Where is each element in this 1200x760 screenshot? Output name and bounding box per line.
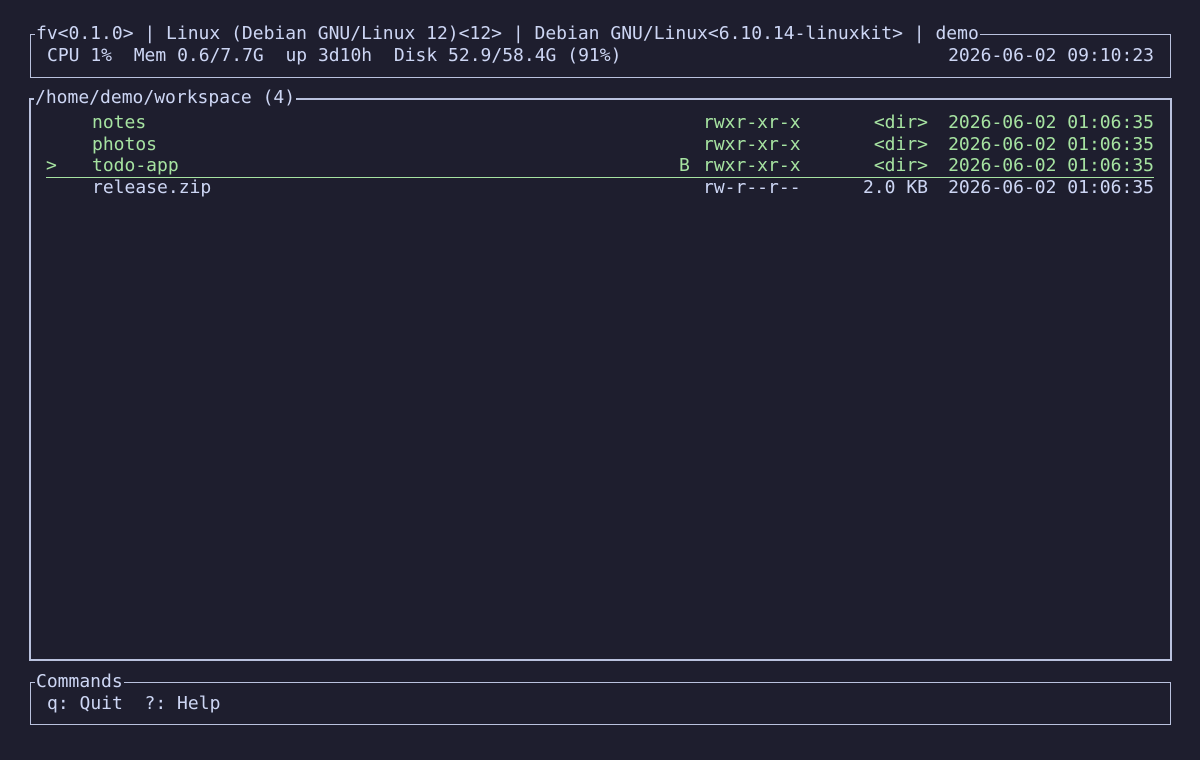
status-pane-title: fv<0.1.0> | Linux (Debian GNU/Linux 12)<… [35,23,980,44]
commands-pane-title: Commands [35,671,124,692]
file-name: todo-app [92,155,179,176]
file-name: notes [92,112,147,133]
system-metrics-line: CPU 1% Mem 0.6/7.7G up 3d10h Disk 52.9/5… [47,45,1154,67]
cpu-usage: CPU 1% [47,45,113,66]
file-modified-date: 2026-06-02 01:06:35 [948,133,1154,155]
file-permissions: rwxr-xr-x [703,112,801,133]
current-path-title: /home/demo/workspace (4) [34,87,297,108]
file-size: 2.0 KB [862,176,928,198]
file-row-todo-app-selected[interactable]: > todo-app B rwxr-xr-x <dir> 2026-06-02 … [46,155,1154,178]
clock: 2026-06-02 09:10:23 [948,45,1154,66]
file-name: photos [92,133,158,155]
commands-pane: Commands q: Quit ?: Help [30,671,1171,725]
file-row-photos[interactable]: photos rwxr-xr-x <dir> 2026-06-02 01:06:… [46,134,1154,156]
memory-usage: Mem 0.6/7.7G [133,45,264,66]
selection-cursor: > [46,155,57,176]
system-metrics: CPU 1% Mem 0.6/7.7G up 3d10h Disk 52.9/5… [47,45,621,67]
file-modified-date: 2026-06-02 01:06:35 [948,112,1154,133]
file-size: <dir> [873,112,928,133]
file-row-release-zip[interactable]: release.zip rw-r--r-- 2.0 KB 2026-06-02 … [46,177,1154,199]
file-modified-date: 2026-06-02 01:06:35 [948,176,1154,198]
file-row-notes[interactable]: notes rwxr-xr-x <dir> 2026-06-02 01:06:3… [46,112,1154,134]
uptime: up 3d10h [285,45,373,66]
help-command[interactable]: ?: Help [145,693,221,714]
disk-usage: Disk 52.9/58.4G (91%) [393,45,622,66]
file-permissions: rw-r--r-- [703,176,801,198]
quit-command[interactable]: q: Quit [47,693,123,714]
file-size: <dir> [873,133,928,155]
file-name: release.zip [92,176,212,198]
bookmark-flag: B [679,155,690,176]
system-status-pane: fv<0.1.0> | Linux (Debian GNU/Linux 12)<… [30,23,1171,78]
file-list-pane[interactable]: /home/demo/workspace (4) notes rwxr-xr-x… [29,87,1172,661]
file-permissions: rwxr-xr-x [703,155,801,176]
file-permissions: rwxr-xr-x [703,133,801,155]
file-size: <dir> [873,155,928,176]
file-modified-date: 2026-06-02 01:06:35 [948,155,1154,176]
command-hints: q: Quit ?: Help [47,693,220,715]
